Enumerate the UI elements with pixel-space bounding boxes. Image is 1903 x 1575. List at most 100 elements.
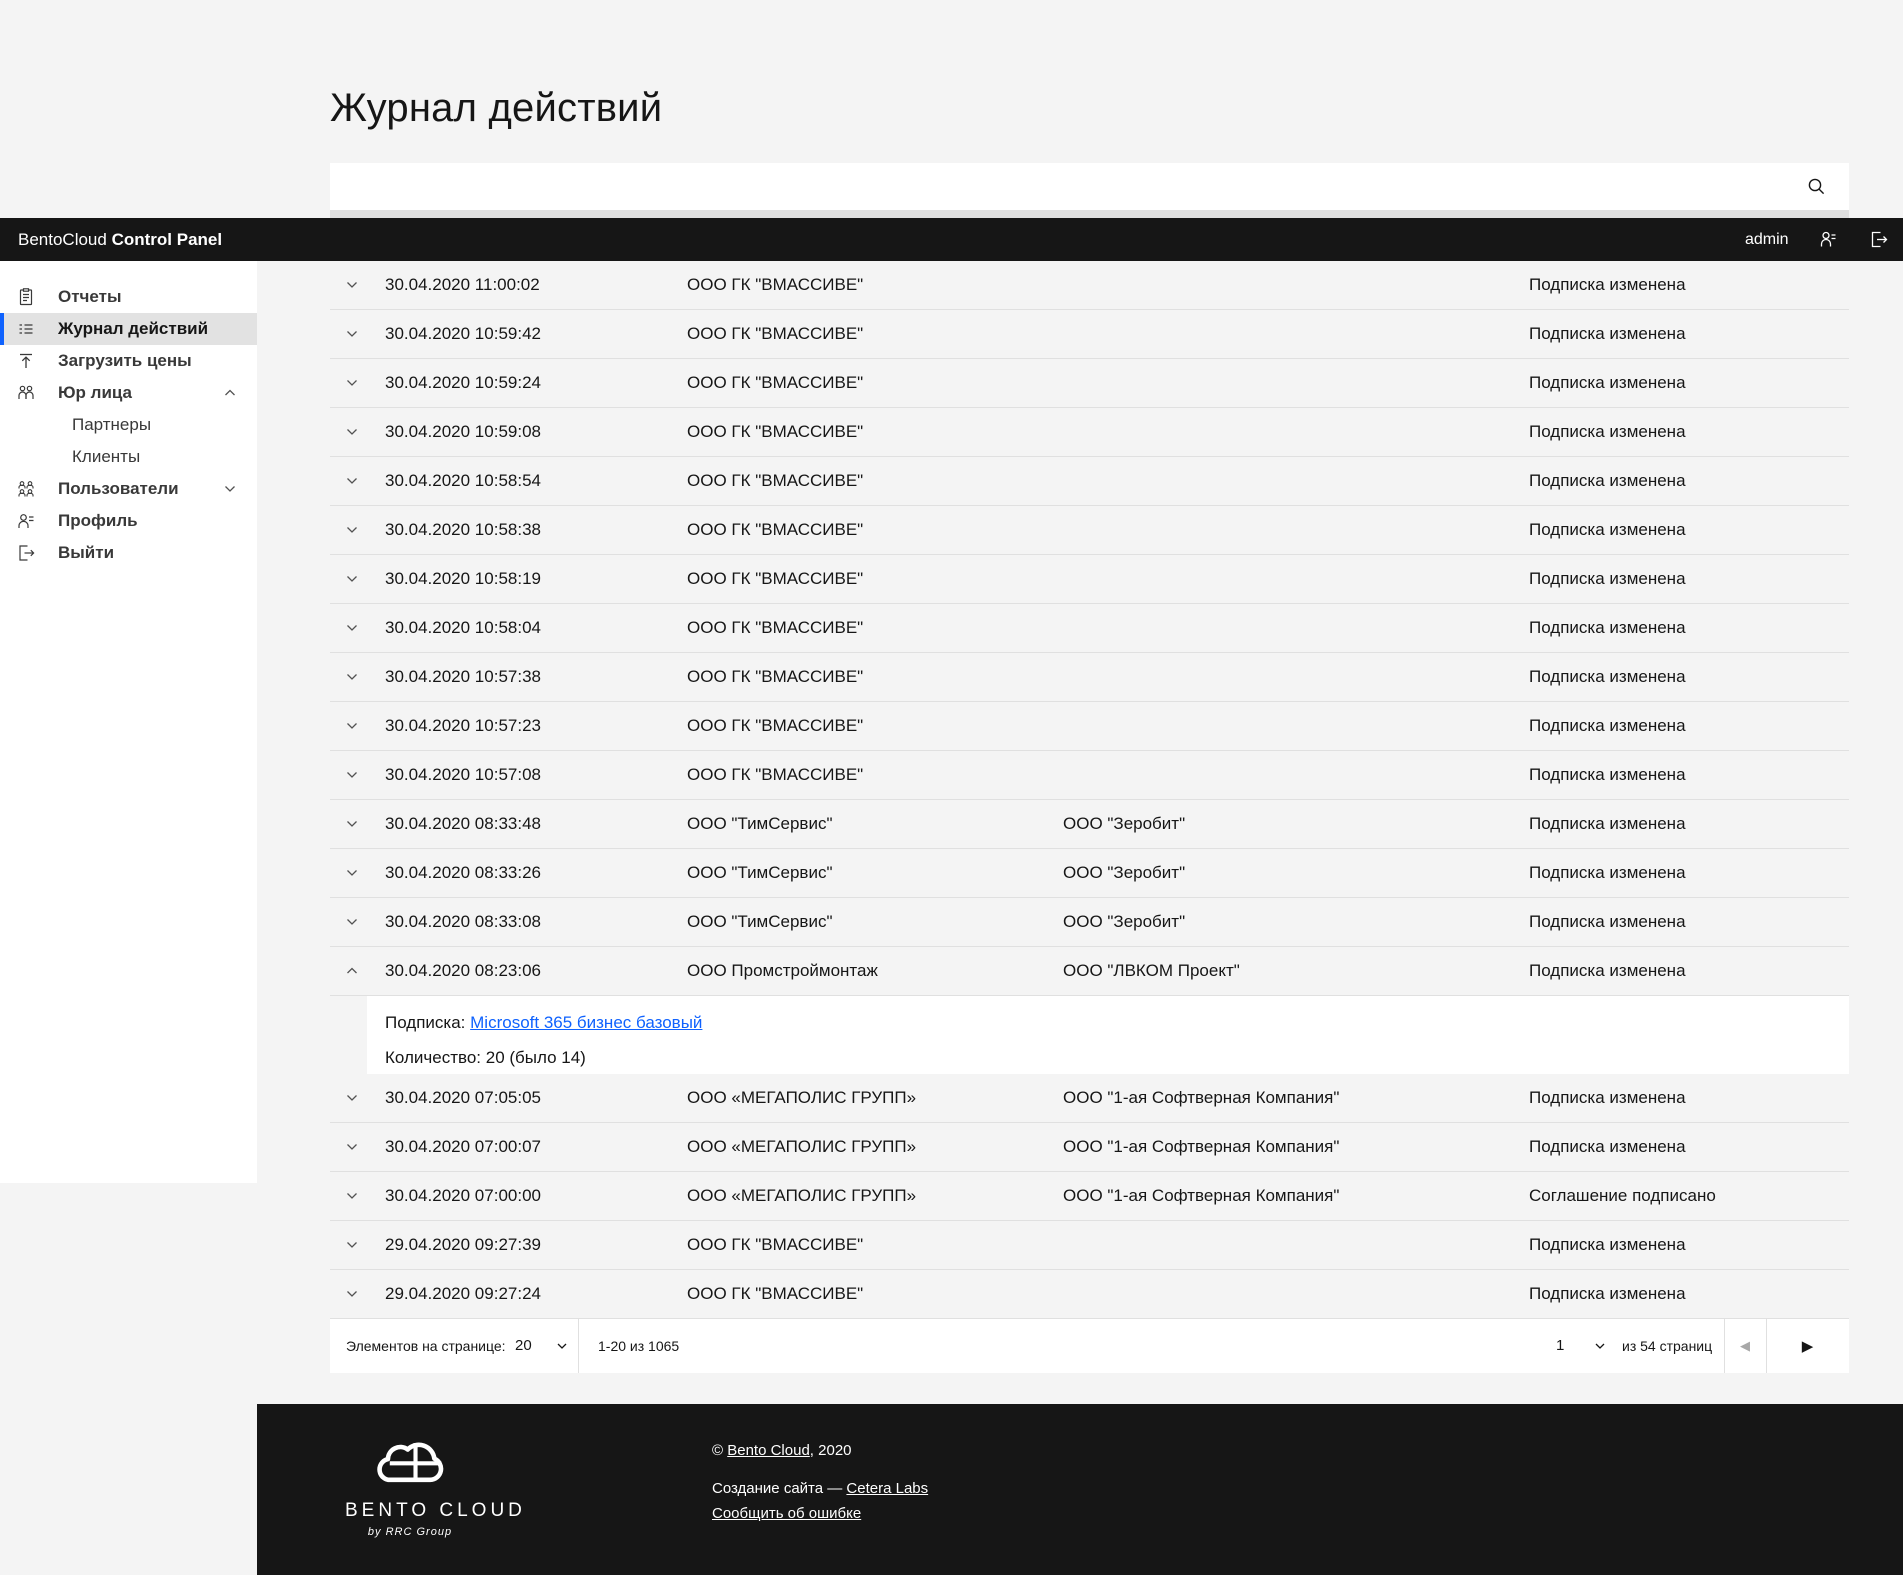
search-input[interactable]: [330, 163, 1849, 210]
row-action: Подписка изменена: [1529, 667, 1686, 686]
chevron-down-icon[interactable]: [343, 815, 361, 833]
row-partner: ООО "ТимСервис": [687, 912, 833, 931]
sidebar-item-label: Журнал действий: [58, 319, 209, 338]
chevron-down-icon[interactable]: [343, 472, 361, 490]
page-size-select[interactable]: 20: [515, 1319, 532, 1373]
table-row[interactable]: 30.04.2020 07:05:05 ООО «МЕГАПОЛИС ГРУПП»…: [330, 1074, 1849, 1123]
row-timestamp: 30.04.2020 10:59:08: [385, 422, 541, 441]
row-timestamp: 30.04.2020 10:58:19: [385, 569, 541, 588]
row-client: ООО "Зеробит": [1063, 912, 1186, 931]
cetera-labs-link[interactable]: Cetera Labs: [846, 1480, 928, 1497]
pagination-bar: Элементов на странице: 20 1-20 из 1065 1…: [330, 1319, 1849, 1373]
table-row[interactable]: 29.04.2020 09:27:24 ООО ГК "ВМАССИВЕ" Подп…: [330, 1270, 1849, 1319]
sidebar-item-label: Юр лица: [58, 383, 133, 402]
subscription-link[interactable]: Microsoft 365 бизнес базовый: [470, 1013, 702, 1032]
chevron-down-icon[interactable]: [343, 1236, 361, 1254]
sidebar-subitem-0[interactable]: Партнеры: [0, 409, 257, 441]
row-partner: ООО ГК "ВМАССИВЕ": [687, 667, 864, 686]
row-timestamp: 30.04.2020 08:33:48: [385, 814, 541, 833]
chevron-down-icon[interactable]: [343, 276, 361, 294]
chevron-down-icon[interactable]: [343, 570, 361, 588]
chevron-down-icon[interactable]: [343, 913, 361, 931]
table-row[interactable]: 30.04.2020 10:59:08 ООО ГК "ВМАССИВЕ" Подп…: [330, 408, 1849, 457]
chevron-down-icon[interactable]: [343, 619, 361, 637]
chevron-down-icon[interactable]: [343, 1089, 361, 1107]
row-timestamp: 30.04.2020 08:33:26: [385, 863, 541, 882]
table-row[interactable]: 29.04.2020 09:27:39 ООО ГК "ВМАССИВЕ" Подп…: [330, 1221, 1849, 1270]
row-action: Подписка изменена: [1529, 1235, 1686, 1254]
sidebar-item-5[interactable]: Профиль: [0, 505, 257, 537]
row-client: ООО "Зеробит": [1063, 863, 1186, 882]
row-partner: ООО «МЕГАПОЛИС ГРУПП»: [687, 1186, 917, 1205]
table-row[interactable]: 30.04.2020 10:58:19 ООО ГК "ВМАССИВЕ" Подп…: [330, 555, 1849, 604]
table-row[interactable]: 30.04.2020 10:57:38 ООО ГК "ВМАССИВЕ" Подп…: [330, 653, 1849, 702]
chevron-down-icon[interactable]: [343, 717, 361, 735]
brand-bold: Control Panel: [111, 230, 223, 249]
row-partner: ООО ГК "ВМАССИВЕ": [687, 765, 864, 784]
user-profile-icon[interactable]: [1818, 229, 1839, 250]
chevron-down-icon[interactable]: [343, 1285, 361, 1303]
chevron-down-icon[interactable]: [343, 766, 361, 784]
row-timestamp: 29.04.2020 09:27:39: [385, 1235, 541, 1254]
row-partner: ООО ГК "ВМАССИВЕ": [687, 618, 864, 637]
sidebar-item-label: Выйти: [58, 543, 115, 562]
table-row[interactable]: 30.04.2020 10:57:08 ООО ГК "ВМАССИВЕ" Подп…: [330, 751, 1849, 800]
table-row[interactable]: 30.04.2020 08:33:48 ООО "ТимСервис" ООО "З…: [330, 800, 1849, 849]
table-row[interactable]: 30.04.2020 07:00:00 ООО «МЕГАПОЛИС ГРУПП»…: [330, 1172, 1849, 1221]
row-timestamp: 30.04.2020 10:57:23: [385, 716, 541, 735]
sidebar-item-0[interactable]: Отчеты: [0, 281, 257, 313]
bento-cloud-link[interactable]: Bento Cloud: [727, 1442, 810, 1459]
sidebar-item-2[interactable]: Загрузить цены: [0, 345, 257, 377]
prev-page-button[interactable]: ◀: [1724, 1319, 1766, 1373]
report-error-link[interactable]: Сообщить об ошибке: [712, 1505, 861, 1522]
chevron-down-icon[interactable]: [1592, 1338, 1608, 1354]
table-row[interactable]: 30.04.2020 10:59:24 ООО ГК "ВМАССИВЕ" Подп…: [330, 359, 1849, 408]
table-row[interactable]: 30.04.2020 10:58:54 ООО ГК "ВМАССИВЕ" Подп…: [330, 457, 1849, 506]
range-text: 1-20 из 1065: [598, 1338, 680, 1354]
sidebar-subitem-1[interactable]: Клиенты: [0, 441, 257, 473]
table-row[interactable]: 30.04.2020 08:33:26 ООО "ТимСервис" ООО "З…: [330, 849, 1849, 898]
row-partner: ООО ГК "ВМАССИВЕ": [687, 275, 864, 294]
chevron-down-icon[interactable]: [343, 423, 361, 441]
chevron-down-icon[interactable]: [343, 1138, 361, 1156]
table-row[interactable]: 30.04.2020 10:58:38 ООО ГК "ВМАССИВЕ" Подп…: [330, 506, 1849, 555]
row-timestamp: 30.04.2020 08:23:06: [385, 961, 541, 980]
table-row[interactable]: 30.04.2020 11:00:02 ООО ГК "ВМАССИВЕ" Подп…: [330, 261, 1849, 310]
admin-user-label[interactable]: admin: [1745, 218, 1789, 261]
row-action: Подписка изменена: [1529, 373, 1686, 392]
chevron-down-icon[interactable]: [343, 325, 361, 343]
table-row[interactable]: 30.04.2020 10:58:04 ООО ГК "ВМАССИВЕ" Подп…: [330, 604, 1849, 653]
row-timestamp: 30.04.2020 08:33:08: [385, 912, 541, 931]
chevron-down-icon[interactable]: [343, 668, 361, 686]
chevron-down-icon[interactable]: [343, 1187, 361, 1205]
page-number-select[interactable]: 1: [1556, 1319, 1564, 1373]
row-partner: ООО ГК "ВМАССИВЕ": [687, 324, 864, 343]
table-row[interactable]: 30.04.2020 07:00:07 ООО «МЕГАПОЛИС ГРУПП»…: [330, 1123, 1849, 1172]
table-row[interactable]: 30.04.2020 08:23:06 ООО Промстроймонтаж ОО…: [330, 947, 1849, 996]
next-page-button[interactable]: ▶: [1766, 1319, 1849, 1373]
row-action: Подписка изменена: [1529, 1088, 1686, 1107]
site-by-prefix: Создание сайта —: [712, 1480, 847, 1497]
chevron-down-icon[interactable]: [343, 521, 361, 539]
row-client: ООО "1-ая Софтверная Компания": [1063, 1088, 1340, 1107]
sidebar-item-6[interactable]: Выйти: [0, 537, 257, 569]
table-row[interactable]: 30.04.2020 10:57:23 ООО ГК "ВМАССИВЕ" Подп…: [330, 702, 1849, 751]
chevron-down-icon[interactable]: [343, 864, 361, 882]
sidebar-item-3[interactable]: Юр лица: [0, 377, 257, 409]
sidebar-item-label: Загрузить цены: [58, 351, 192, 370]
chevron-down-icon[interactable]: [343, 374, 361, 392]
sidebar-item-1[interactable]: Журнал действий: [0, 313, 257, 345]
row-partner: ООО ГК "ВМАССИВЕ": [687, 1284, 864, 1303]
search-icon[interactable]: [1806, 176, 1827, 197]
row-timestamp: 30.04.2020 10:58:54: [385, 471, 541, 490]
row-timestamp: 30.04.2020 07:05:05: [385, 1088, 541, 1107]
table-row[interactable]: 30.04.2020 10:59:42 ООО ГК "ВМАССИВЕ" Подп…: [330, 310, 1849, 359]
sidebar-item-4[interactable]: Пользователи: [0, 473, 257, 505]
chevron-down-icon: [221, 480, 239, 498]
chevron-down-icon[interactable]: [554, 1338, 570, 1354]
pages-count-text: из 54 страниц: [1622, 1338, 1713, 1354]
table-row[interactable]: 30.04.2020 08:33:08 ООО "ТимСервис" ООО "З…: [330, 898, 1849, 947]
page-title: Журнал действий: [330, 86, 663, 130]
chevron-up-icon[interactable]: [343, 962, 361, 980]
logout-icon[interactable]: [1868, 229, 1889, 250]
